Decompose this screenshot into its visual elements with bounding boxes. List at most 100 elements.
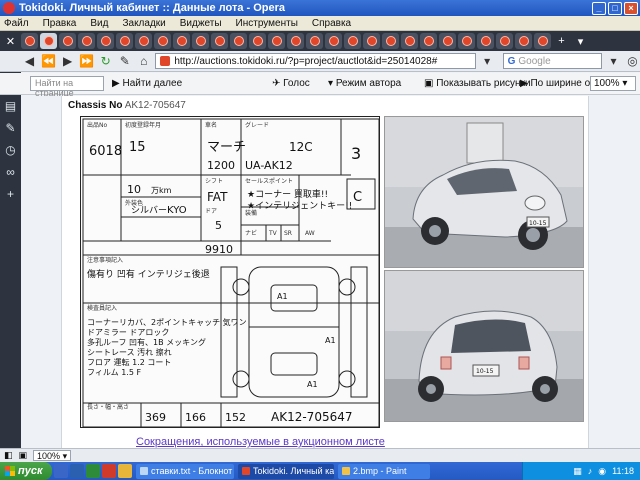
tray-network-icon[interactable]: ▦ [573, 466, 582, 477]
tab-lot[interactable] [306, 33, 323, 49]
add-panel-icon[interactable]: + [0, 183, 21, 205]
tab-lot[interactable] [458, 33, 475, 49]
start-button[interactable]: пуск [0, 462, 52, 480]
tab-lot[interactable] [287, 33, 304, 49]
quicklaunch-desktop-icon[interactable] [54, 464, 68, 478]
quicklaunch-excel-icon[interactable] [86, 464, 100, 478]
menu-view[interactable]: Вид [90, 18, 108, 29]
forward-arrow-icon[interactable]: ▶ [60, 53, 75, 69]
tab-lot[interactable] [78, 33, 95, 49]
rewind-icon[interactable]: ⏪ [41, 53, 56, 69]
tokidoki-tab-icon [404, 36, 415, 46]
menu-widgets[interactable]: Виджеты [180, 18, 222, 29]
quicklaunch-opera-icon[interactable] [102, 464, 116, 478]
menu-help[interactable]: Справка [312, 18, 351, 29]
tools-icon[interactable]: ✕ [2, 33, 19, 49]
svg-text:A1: A1 [307, 380, 318, 389]
tab-lot[interactable] [382, 33, 399, 49]
zoom-select[interactable]: 100% ▾ [590, 76, 636, 91]
tab-lot[interactable] [477, 33, 494, 49]
edit-site-prefs-icon[interactable]: ✎ [117, 53, 132, 69]
tab-lot[interactable] [59, 33, 76, 49]
tab-lot[interactable] [515, 33, 532, 49]
tab-lot[interactable] [439, 33, 456, 49]
taskbar-item-opera[interactable]: Tokidoki. Личный ка... [238, 463, 334, 479]
tab-lot[interactable] [154, 33, 171, 49]
car-photo-rear[interactable]: 10-15 [384, 270, 584, 422]
menu-file[interactable]: Файл [4, 18, 29, 29]
navigation-bar: ◀ ⏪ ▶ ⏩ ↻ ✎ ⌂ http://auctions.tokidoki.r… [0, 51, 640, 72]
tab-lot[interactable] [420, 33, 437, 49]
tab-lot[interactable] [496, 33, 513, 49]
address-bar[interactable]: http://auctions.tokidoki.ru/?p=project/a… [155, 53, 476, 69]
abbreviations-link[interactable]: Сокращения, используемые в аукционном ли… [136, 436, 385, 448]
address-dropdown-icon[interactable]: ▾ [480, 53, 495, 69]
tokidoki-tab-icon [138, 36, 149, 46]
taskbar-item-notepad[interactable]: ставки.txt - Блокнот [136, 463, 234, 479]
tokidoki-tab-icon [385, 36, 396, 46]
home-icon[interactable]: ⌂ [136, 53, 151, 69]
tab-lot[interactable] [363, 33, 380, 49]
search-dropdown-icon[interactable]: ▾ [606, 53, 621, 69]
tab-lot[interactable] [116, 33, 133, 49]
opera-icon[interactable] [3, 2, 15, 14]
tab-lot[interactable] [344, 33, 361, 49]
tray-volume-icon[interactable]: ♪ [588, 466, 593, 476]
find-next-button[interactable]: ▶ Найти далее [112, 78, 182, 89]
tokidoki-tab-icon [195, 36, 206, 46]
tab-lot[interactable] [230, 33, 247, 49]
tokidoki-tab-icon [309, 36, 320, 46]
tokidoki-tab-icon [24, 36, 35, 46]
author-mode-button[interactable]: ▾ Режим автора [328, 78, 401, 89]
quicklaunch-word-icon[interactable] [70, 464, 84, 478]
panel-toggle-icon[interactable]: ◧ [4, 450, 13, 461]
tab-lot[interactable] [325, 33, 342, 49]
search-input[interactable]: G Google [502, 53, 602, 69]
menu-tools[interactable]: Инструменты [236, 18, 298, 29]
menu-bookmarks[interactable]: Закладки [122, 18, 165, 29]
tokidoki-tab-icon [252, 36, 263, 46]
fast-forward-icon[interactable]: ⏩ [79, 53, 94, 69]
find-on-page-input[interactable]: Найти на странице [30, 76, 104, 98]
new-tab-icon[interactable]: + [553, 33, 570, 49]
tokidoki-tab-icon [461, 36, 472, 46]
sheet-doors-label: ドア [205, 208, 217, 215]
tray-antivirus-icon[interactable]: ◉ [598, 466, 606, 477]
taskbar-item-paint[interactable]: 2.bmp - Paint [338, 463, 430, 479]
show-images-button[interactable]: ▣ Показывать рисунки [424, 78, 531, 89]
tab-lot[interactable] [135, 33, 152, 49]
tab-lot[interactable] [401, 33, 418, 49]
tab-lot[interactable] [211, 33, 228, 49]
notes-icon[interactable]: ✎ [0, 117, 21, 139]
close-button[interactable]: × [624, 1, 638, 15]
sheet-aw-label: AW [305, 230, 315, 237]
mail-icon[interactable]: ▤ [0, 95, 21, 117]
tab-lot[interactable] [192, 33, 209, 49]
minimize-button[interactable]: _ [592, 1, 606, 15]
quicklaunch-folder-icon[interactable] [118, 464, 132, 478]
reload-icon[interactable]: ↻ [98, 53, 113, 69]
sheet-notes-label: 注意事項記入 [87, 256, 123, 264]
tab-lot[interactable] [534, 33, 551, 49]
car-photo-front[interactable]: 10-15 [384, 116, 584, 268]
menu-edit[interactable]: Правка [43, 18, 77, 29]
tab-lot[interactable] [173, 33, 190, 49]
back-arrow-icon[interactable]: ◀ [22, 53, 37, 69]
tab-lot[interactable] [268, 33, 285, 49]
status-zoom-select[interactable]: 100% ▾ [33, 450, 72, 461]
tab-menu-icon[interactable]: ▾ [572, 33, 589, 49]
voice-button[interactable]: ✈ Голос [272, 78, 310, 89]
tab-lot[interactable] [97, 33, 114, 49]
status-bar: ◧ ▣ 100% ▾ [0, 448, 640, 462]
links-icon[interactable]: ∞ [0, 161, 21, 183]
history-icon[interactable]: ◷ [0, 139, 21, 161]
tab-lot[interactable] [21, 33, 38, 49]
system-tray: ▦ ♪ ◉ 11:18 [522, 462, 640, 480]
maximize-button[interactable]: □ [608, 1, 622, 15]
clock[interactable]: 11:18 [612, 466, 634, 476]
auction-sheet[interactable]: 出品No 初度登録年月 車名 グレード シフト 外装色 ドア セールスポイント … [80, 116, 380, 428]
tab-lot[interactable] [249, 33, 266, 49]
zoom-glasses-icon[interactable]: ◎ [625, 53, 640, 69]
tab-lot-active[interactable] [40, 33, 57, 49]
view-options-icon[interactable]: ▣ [19, 450, 28, 461]
